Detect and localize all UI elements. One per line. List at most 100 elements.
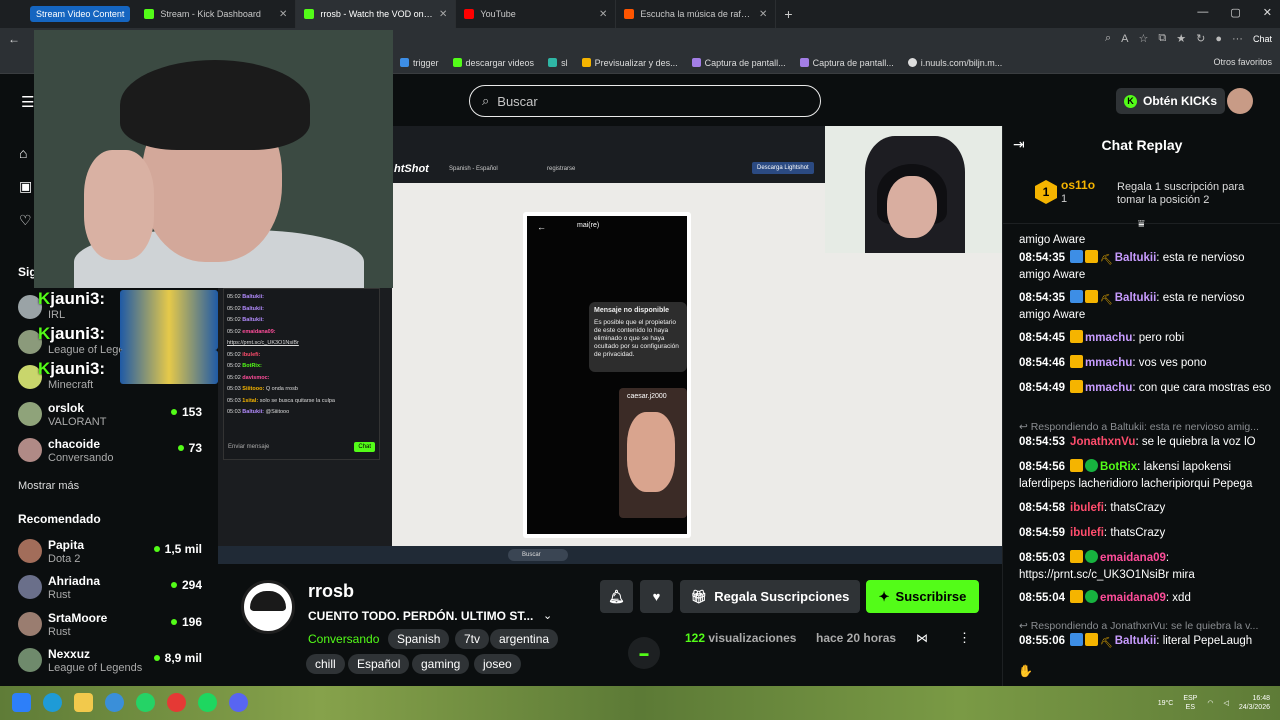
notification-bell-button[interactable]: 🔔︎ [600,580,633,613]
tag-chill[interactable]: chill [306,654,345,674]
user-avatar[interactable] [1227,88,1253,114]
edge-profile-icon[interactable] [105,693,124,712]
message-username[interactable]: mmachu [1085,357,1132,369]
sidebar-item-srtamoore[interactable]: SrtaMoore Rust 196 [18,609,208,643]
gift-sub-prompt[interactable]: Regala 1 suscripción para tomar la posic… [1117,181,1267,207]
bookmark-sl[interactable]: sl [548,58,568,68]
chat-message[interactable]: 08:54:53 JonathxnVu: se le quiebra la voz… [1019,434,1273,451]
tag-spanish[interactable]: Spanish [388,629,450,649]
tab-kick-dashboard[interactable]: Stream - Kick Dashboard ✕ [136,0,297,28]
subscribe-button[interactable]: ✦ Suscribirse [866,580,979,613]
new-tab-button[interactable]: + [776,6,800,22]
channel-name[interactable]: rrosb [308,581,354,602]
channel-avatar[interactable] [241,580,295,634]
bookmark-inuuls[interactable]: i.nuuls.com/biljn.m... [907,58,1002,68]
chat-message[interactable]: 08:54:49 mmachu: con que cara mostras eso [1019,380,1273,397]
close-tab-icon[interactable]: ✕ [279,9,287,20]
language-indicator[interactable]: ESP ES [1183,694,1197,712]
tag-argentina[interactable]: argentina [490,629,559,649]
message-username[interactable]: JonathxnVu [1070,436,1135,448]
sidebar-item-orslok[interactable]: orslok VALORANT 153 [18,399,208,433]
zoom-icon[interactable]: ⌕ [1105,32,1111,45]
home-icon[interactable]: ⌂ [19,145,27,161]
message-username[interactable]: BotRix [1100,461,1137,473]
message-username[interactable]: Baltukii [1115,252,1157,264]
bookmark-previsualizar[interactable]: Previsualizar y des... [581,58,678,68]
chat-message[interactable]: 08:54:56 BotRix: lakensi lapokensi laferd… [1019,459,1273,493]
chat-message[interactable]: 08:55:03 emaidana09: https://prnt.sc/c_UK… [1019,550,1273,584]
favorites-icon[interactable]: ★ [1176,32,1186,45]
close-tab-icon[interactable]: ✕ [599,9,607,20]
other-bookmarks[interactable]: Otros favoritos [1213,57,1272,67]
message-username[interactable]: mmachu [1085,382,1132,394]
bookmark-captura-2[interactable]: Captura de pantall... [799,58,894,68]
message-username[interactable]: ibulefi [1070,502,1104,514]
tag-espanol[interactable]: Español [348,654,410,674]
chat-message[interactable]: 08:54:59 ibulefi: thatsCrazy [1019,525,1273,542]
chat-message[interactable]: 08:54:46 mmachu: vos ves pono [1019,355,1273,372]
file-explorer-icon[interactable] [74,693,93,712]
start-icon[interactable] [12,693,31,712]
follow-heart-button[interactable]: ♥ [640,580,673,613]
profile-icon[interactable]: ● [1215,33,1222,45]
tab-group-label[interactable]: Stream Video Content [30,6,131,22]
history-icon[interactable]: ↻ [1196,32,1205,45]
read-aloud-icon[interactable]: A [1121,33,1128,45]
minimize-icon[interactable]: — [1197,6,1208,19]
bookmark-descargar[interactable]: descargar videos [452,58,534,68]
browse-icon[interactable]: ▣ [19,178,32,195]
whatsapp-icon[interactable] [136,693,155,712]
spotify-icon[interactable] [198,693,217,712]
chat-message[interactable]: 08:54:45 mmachu: pero robi [1019,330,1273,347]
tab-youtube[interactable]: YouTube ✕ [456,0,617,28]
chat-message[interactable]: 08:55:06 ⛏ Baltukii: literal PepeLaugh [1019,633,1273,650]
clock[interactable]: 16:48 24/3/2026 [1239,694,1270,712]
edge-icon[interactable] [43,693,62,712]
message-username[interactable]: Baltukii [1115,292,1157,304]
back-icon[interactable]: ← [8,32,20,46]
stream-category[interactable]: Conversando [308,632,379,646]
message-username[interactable]: Baltukii [1115,635,1157,647]
bookmark-trigger[interactable]: trigger [400,58,439,68]
message-username[interactable]: emaidana09 [1100,552,1166,564]
wifi-icon[interactable]: ◠ [1207,699,1213,707]
gift-subs-button[interactable]: 🎁︎ Regala Suscripciones [680,580,860,613]
tag-gaming[interactable]: gaming [412,654,470,674]
bookmark-captura-1[interactable]: Captura de pantall... [691,58,786,68]
more-options-icon[interactable]: ⋮ [958,630,971,646]
chat-message[interactable]: 08:55:04 emaidana09: xdd [1019,590,1273,607]
get-kicks-button[interactable]: K Obtén KICKs [1116,88,1226,114]
share-icon[interactable]: ⋈ [916,631,928,645]
extensions-icon[interactable]: ⧉ [1158,32,1166,45]
tab-music[interactable]: Escucha la música de rafaelotp | D ✕ [616,0,777,28]
close-window-icon[interactable]: ✕ [1263,6,1272,19]
tag-joseo[interactable]: joseo [474,654,521,674]
copilot-chat-button[interactable]: Chat [1253,34,1272,44]
favorite-star-icon[interactable]: ☆ [1139,32,1149,45]
reply-context[interactable]: ↩ Respondiendo a JonathxnVu: se le quieb… [1019,620,1273,632]
message-username[interactable]: mmachu [1085,332,1132,344]
sidebar-item-ahriadna[interactable]: Ahriadna Rust 294 [18,572,208,606]
following-heart-icon[interactable]: ♡ [19,212,32,229]
weather-temp[interactable]: 19°C [1158,700,1174,707]
sidebar-item-chacoide[interactable]: chacoide Conversando 73 [18,435,208,469]
obs-icon[interactable] [167,693,186,712]
menu-dots-icon[interactable]: ··· [1232,33,1243,45]
chat-menu-icon[interactable]: ⩸ [1138,218,1145,231]
message-username[interactable]: ibulefi [1070,527,1104,539]
sidebar-item-papita[interactable]: Papita Dota 2 1,5 mil [18,536,208,570]
hamburger-menu-icon[interactable]: ☰ [21,93,34,111]
reply-context[interactable]: ↩ Respondiendo a Baltukii: esta re nervi… [1019,421,1273,433]
chevron-down-icon[interactable]: ⌄ [543,609,552,622]
show-more-link[interactable]: Mostrar más [18,480,79,492]
tag-7tv[interactable]: 7tv [455,629,490,649]
chat-message[interactable]: 08:54:58 ibulefi: thatsCrazy [1019,500,1273,517]
chat-message[interactable]: 08:54:35 ⛏ Baltukii: esta re nervioso amig… [1019,250,1273,284]
leaderboard-user[interactable]: os11o [1061,178,1095,192]
close-tab-icon[interactable]: ✕ [759,9,767,20]
maximize-icon[interactable]: ▢ [1230,6,1240,19]
chat-message[interactable]: 08:54:35 ⛏ Baltukii: esta re nervioso amig… [1019,290,1273,324]
tab-rrosb-vod[interactable]: rrosb - Watch the VOD on Kick ✕ [296,0,457,28]
message-username[interactable]: emaidana09 [1100,592,1166,604]
close-tab-icon[interactable]: ✕ [439,9,447,20]
